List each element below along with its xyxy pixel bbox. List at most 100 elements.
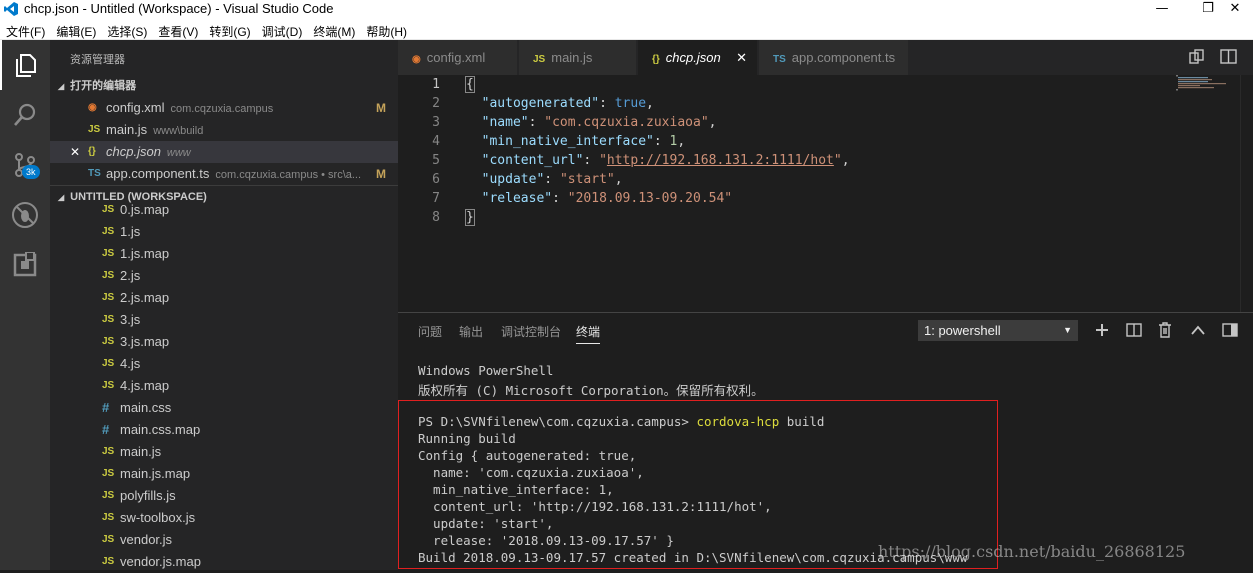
open-changes-button[interactable] [1188, 49, 1206, 69]
vscode-logo-icon [4, 2, 18, 16]
tab-chcp-json[interactable]: {} chcp.json ✕ [638, 40, 758, 75]
open-editor-item[interactable]: JS main.js www\build [50, 119, 398, 141]
tab-terminal[interactable]: 终端 [576, 323, 601, 344]
ts-file-icon: TS [88, 168, 101, 179]
tab-problems[interactable]: 问题 [418, 323, 442, 340]
js-file-icon: JS [102, 380, 115, 391]
json-file-icon: {} [88, 146, 96, 157]
close-tab-icon[interactable]: ✕ [736, 40, 747, 75]
minimap[interactable] [1176, 75, 1236, 93]
code-line: "min_native_interface": 1, [481, 134, 686, 149]
js-file-icon: JS [533, 54, 546, 65]
tab-main-js[interactable]: JS main.js [519, 40, 637, 75]
open-editors-header[interactable]: ◢ 打开的编辑器 [50, 75, 398, 97]
line-number: 5 [432, 153, 440, 168]
split-terminal-button[interactable] [1124, 320, 1144, 340]
maximize-panel-button[interactable] [1188, 320, 1208, 340]
search-activity[interactable] [0, 90, 50, 140]
title-bar: chcp.json - Untitled (Workspace) - Visua… [0, 0, 1253, 19]
file-item[interactable]: JS 0.js.map [50, 201, 398, 219]
chevron-down-icon: ◢ [58, 82, 65, 91]
modified-badge: M [376, 101, 386, 115]
css-file-icon: # [102, 400, 110, 415]
tab-output[interactable]: 输出 [459, 323, 483, 340]
line-number: 2 [432, 96, 440, 111]
minimize-button[interactable]: — [1139, 0, 1185, 19]
terminal-line: 版权所有 (C) Microsoft Corporation。保留所有权利。 [418, 383, 764, 398]
tab-app-component-ts[interactable]: TS app.component.ts [759, 40, 909, 75]
explorer-activity[interactable] [0, 40, 50, 90]
activity-bar [0, 40, 50, 570]
open-editor-item[interactable]: TS app.component.ts com.cqzuxia.campus • … [50, 163, 398, 185]
extensions-icon [13, 252, 37, 277]
line-number: 3 [432, 115, 440, 130]
debug-activity[interactable] [0, 190, 50, 240]
menu-terminal[interactable]: 终端(M) [307, 19, 360, 40]
trash-icon [1159, 322, 1171, 338]
file-item[interactable]: JS 1.js.map [50, 243, 398, 265]
js-file-icon: JS [102, 226, 115, 237]
sidebar-title: 资源管理器 [70, 54, 125, 66]
file-item[interactable]: # main.css [50, 397, 398, 419]
kill-terminal-button[interactable] [1155, 320, 1175, 340]
code-line: } [465, 209, 475, 226]
url-link[interactable]: http://192.168.131.2:1111/hot [607, 153, 834, 168]
line-number: 7 [432, 191, 440, 206]
code-line: "release": "2018.09.13-09.20.54" [481, 191, 733, 206]
terminal-select[interactable]: 1: powershell ▼ [918, 320, 1078, 341]
file-item[interactable]: JS 3.js.map [50, 331, 398, 353]
explorer-sidebar: 资源管理器 ◢ 打开的编辑器 ◉ config.xml com.cqzuxia.ca… [50, 40, 398, 570]
js-file-icon: JS [102, 512, 115, 523]
code-line: { [465, 76, 475, 93]
tab-config-xml[interactable]: ◉ config.xml [398, 40, 518, 75]
menu-debug[interactable]: 调试(D) [256, 19, 308, 40]
menu-view[interactable]: 查看(V) [152, 19, 203, 40]
menu-selection[interactable]: 选择(S) [101, 19, 152, 40]
menu-edit[interactable]: 编辑(E) [50, 19, 101, 40]
file-item[interactable]: JS main.js.map [50, 463, 398, 485]
split-editor-icon [1220, 49, 1237, 64]
js-file-icon: JS [88, 124, 101, 135]
rss-icon: ◉ [88, 102, 97, 113]
file-item[interactable]: JS 3.js [50, 309, 398, 331]
panel-layout-icon [1222, 323, 1238, 337]
tab-debug-console[interactable]: 调试控制台 [501, 323, 561, 340]
js-file-icon: JS [102, 358, 115, 369]
js-file-icon: JS [102, 490, 115, 501]
file-item[interactable]: JS 2.js [50, 265, 398, 287]
file-item[interactable]: JS sw-toolbox.js [50, 507, 398, 529]
file-path: com.cqzuxia.campus [170, 103, 274, 115]
file-item[interactable]: # main.css.map [50, 419, 398, 441]
window-title: chcp.json - Untitled (Workspace) - Visua… [24, 1, 334, 16]
file-item[interactable]: JS polyfills.js [50, 485, 398, 507]
file-item[interactable]: JS 4.js [50, 353, 398, 375]
menu-go[interactable]: 转到(G) [203, 19, 255, 40]
file-item[interactable]: JS main.js [50, 441, 398, 463]
open-editor-item-active[interactable]: ✕ {} chcp.json www [50, 141, 398, 163]
file-item[interactable]: JS vendor.js [50, 529, 398, 551]
js-file-icon: JS [102, 292, 115, 303]
menu-file[interactable]: 文件(F) [0, 19, 50, 40]
split-editor-button[interactable] [1220, 49, 1238, 69]
js-file-icon: JS [102, 270, 115, 281]
modified-badge: M [376, 167, 386, 181]
close-editor-icon[interactable]: ✕ [70, 141, 80, 163]
file-item[interactable]: JS 1.js [50, 221, 398, 243]
dropdown-arrow-icon: ▼ [1063, 325, 1072, 335]
new-terminal-button[interactable] [1092, 320, 1112, 340]
code-editor[interactable]: 1 2 3 4 5 6 7 8 { "autogenerated": true,… [398, 75, 1253, 312]
extensions-activity[interactable] [0, 240, 50, 290]
line-number: 6 [432, 172, 440, 187]
menu-help[interactable]: 帮助(H) [360, 19, 412, 40]
file-name: main.js [106, 122, 148, 137]
file-item[interactable]: JS 2.js.map [50, 287, 398, 309]
css-file-icon: # [102, 422, 110, 437]
code-line: "content_url": "http://192.168.131.2:111… [481, 153, 850, 168]
close-panel-button[interactable] [1220, 320, 1240, 340]
rss-icon: ◉ [412, 54, 421, 65]
close-window-button[interactable]: ✕ [1212, 0, 1253, 19]
editor-scrollbar[interactable] [1240, 75, 1253, 312]
file-item[interactable]: JS 4.js.map [50, 375, 398, 397]
open-editor-item[interactable]: ◉ config.xml com.cqzuxia.campus M [50, 97, 398, 119]
file-name: config.xml [106, 100, 165, 115]
